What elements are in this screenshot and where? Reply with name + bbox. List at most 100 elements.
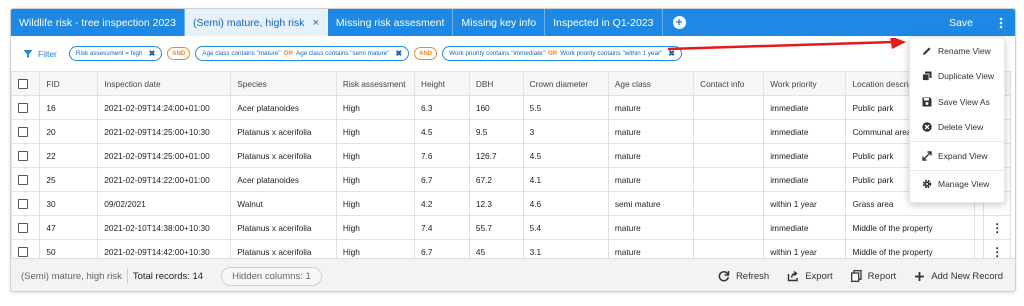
table-cell[interactable]: immediate xyxy=(763,95,847,120)
table-cell[interactable]: 3.1 xyxy=(522,239,609,258)
table-cell[interactable]: within 1 year xyxy=(763,239,847,258)
row-select-cell[interactable] xyxy=(11,95,41,120)
table-cell[interactable]: 2021-02-09T14:42:00+10:30 xyxy=(97,239,232,258)
column-header[interactable]: Species xyxy=(230,71,337,96)
select-all-checkbox[interactable] xyxy=(18,78,28,89)
table-row[interactable]: 25 2021-02-09T14:22:00+01:00 Acer platanoi… xyxy=(11,167,1011,192)
table-cell[interactable]: mature xyxy=(607,119,695,144)
table-cell[interactable]: Platanus x acerifolia xyxy=(230,215,337,240)
row-actions-kebab-icon[interactable]: ⋮ xyxy=(983,239,1011,258)
row-checkbox[interactable] xyxy=(18,222,28,233)
menu-item-manage-view[interactable]: Manage View xyxy=(910,172,1004,198)
tab-missing-key-info[interactable]: Missing key info xyxy=(453,9,546,36)
filter-chip-risk-assessment[interactable]: Risk assessment = high ✖ xyxy=(68,46,163,61)
table-cell[interactable]: Walnut xyxy=(230,191,337,216)
table-cell[interactable] xyxy=(693,191,765,216)
and-operator[interactable]: AND xyxy=(167,47,191,60)
table-cell[interactable] xyxy=(693,95,765,120)
table-cell[interactable]: 4.6 xyxy=(522,191,609,216)
filter-button[interactable]: Filter xyxy=(23,49,57,59)
tab-inspected-q1-2023[interactable]: Inspected in Q1-2023 xyxy=(545,9,663,36)
table-cell[interactable]: 4.1 xyxy=(522,167,609,192)
table-cell[interactable]: 22 xyxy=(39,143,99,168)
table-cell[interactable]: Platanus x acerifolia xyxy=(230,143,337,168)
table-row[interactable]: 22 2021-02-09T14:25:00+01:00 Platanus x ac… xyxy=(11,143,1011,168)
table-row[interactable]: 16 2021-02-09T14:24:00+01:00 Acer platanoi… xyxy=(11,95,1011,120)
menu-item-save-view-as[interactable]: Save View As xyxy=(910,89,1004,115)
table-cell[interactable]: 20 xyxy=(39,119,99,144)
table-cell[interactable]: 2021-02-09T14:24:00+01:00 xyxy=(97,95,232,120)
table-cell[interactable]: High xyxy=(335,239,416,258)
save-button[interactable]: Save xyxy=(935,9,987,36)
row-checkbox[interactable] xyxy=(18,246,28,257)
table-cell[interactable]: High xyxy=(335,143,416,168)
table-cell[interactable]: 6.7 xyxy=(414,167,470,192)
table-cell[interactable]: High xyxy=(335,215,416,240)
tab-semi-mature-high-risk[interactable]: (Semi) mature, high risk × xyxy=(184,9,328,36)
table-row[interactable]: 50 2021-02-09T14:42:00+10:30 Platanus x ac… xyxy=(11,239,1011,258)
tab-missing-risk-assesment[interactable]: Missing risk assesment xyxy=(328,9,454,36)
table-cell[interactable]: 4.5 xyxy=(522,143,609,168)
table-cell[interactable]: Middle of the property xyxy=(845,215,976,240)
row-select-cell[interactable] xyxy=(11,119,41,144)
table-cell[interactable]: 5.4 xyxy=(522,215,609,240)
table-cell[interactable]: 4.5 xyxy=(414,119,470,144)
table-cell[interactable]: 16 xyxy=(39,95,99,120)
export-button[interactable]: Export xyxy=(787,270,833,282)
table-cell[interactable]: 6.7 xyxy=(414,239,470,258)
table-cell[interactable]: 55.7 xyxy=(468,215,524,240)
table-row[interactable]: 47 2021-02-10T14:38:00+10:30 Platanus x ac… xyxy=(11,215,1011,240)
table-cell[interactable]: 30 xyxy=(39,191,99,216)
filter-chip-work-priority[interactable]: Work priority contains "immediate" OR Wo… xyxy=(442,46,682,61)
table-cell[interactable]: mature xyxy=(607,167,695,192)
row-checkbox[interactable] xyxy=(18,174,28,185)
row-select-cell[interactable] xyxy=(11,239,41,258)
hidden-columns-button[interactable]: Hidden columns: 1 xyxy=(221,266,322,286)
row-checkbox[interactable] xyxy=(18,102,28,113)
row-checkbox[interactable] xyxy=(18,198,28,209)
remove-filter-icon[interactable]: ✖ xyxy=(149,49,156,58)
table-cell[interactable]: within 1 year xyxy=(763,191,847,216)
column-header[interactable]: Risk assessment xyxy=(335,71,416,96)
column-header[interactable]: FID xyxy=(39,71,99,96)
and-operator[interactable]: AND xyxy=(414,47,438,60)
table-cell[interactable]: 3 xyxy=(522,119,609,144)
table-cell[interactable]: mature xyxy=(607,143,695,168)
table-cell[interactable]: 12.3 xyxy=(468,191,524,216)
row-select-cell[interactable] xyxy=(11,215,41,240)
table-cell[interactable]: 67.2 xyxy=(468,167,524,192)
column-header[interactable]: Height xyxy=(414,71,470,96)
table-cell[interactable]: immediate xyxy=(763,215,847,240)
table-cell[interactable]: 45 xyxy=(468,239,524,258)
row-select-cell[interactable] xyxy=(11,143,41,168)
menu-item-expand-view[interactable]: Expand View xyxy=(910,143,1004,169)
table-cell[interactable]: 4.2 xyxy=(414,191,470,216)
row-select-cell[interactable] xyxy=(11,167,41,192)
column-header[interactable]: Work priority xyxy=(763,71,847,96)
select-all-cell[interactable] xyxy=(11,71,41,96)
table-cell[interactable]: 5.5 xyxy=(522,95,609,120)
table-cell[interactable]: 7.6 xyxy=(414,143,470,168)
table-cell[interactable]: 2021-02-09T14:25:00+01:00 xyxy=(97,143,232,168)
table-cell[interactable]: 47 xyxy=(39,215,99,240)
table-cell[interactable]: Middle of the property xyxy=(845,239,976,258)
table-cell[interactable]: 2021-02-10T14:38:00+10:30 xyxy=(97,215,232,240)
row-checkbox[interactable] xyxy=(18,150,28,161)
column-header[interactable]: DBH xyxy=(468,71,524,96)
table-cell[interactable]: semi mature xyxy=(607,191,695,216)
table-cell[interactable]: High xyxy=(335,191,416,216)
table-cell[interactable]: 9.5 xyxy=(468,119,524,144)
close-tab-icon[interactable]: × xyxy=(312,17,318,29)
table-cell[interactable] xyxy=(693,143,765,168)
table-cell[interactable]: 160 xyxy=(468,95,524,120)
report-button[interactable]: Report xyxy=(850,270,896,282)
table-cell[interactable]: 2021-02-09T14:22:00+01:00 xyxy=(97,167,232,192)
add-new-record-button[interactable]: Add New Record xyxy=(914,271,1003,282)
table-cell[interactable]: mature xyxy=(607,215,695,240)
table-cell[interactable]: Acer platanoides xyxy=(230,95,337,120)
table-cell[interactable]: immediate xyxy=(763,167,847,192)
table-cell[interactable]: 6.3 xyxy=(414,95,470,120)
table-row[interactable]: 30 09/02/2021 Walnut High 4.2 12.3 4.6 semi mat… xyxy=(11,191,1011,216)
table-cell[interactable]: 2021-02-09T14:25:00+10:30 xyxy=(97,119,232,144)
column-header[interactable]: Age class xyxy=(607,71,695,96)
